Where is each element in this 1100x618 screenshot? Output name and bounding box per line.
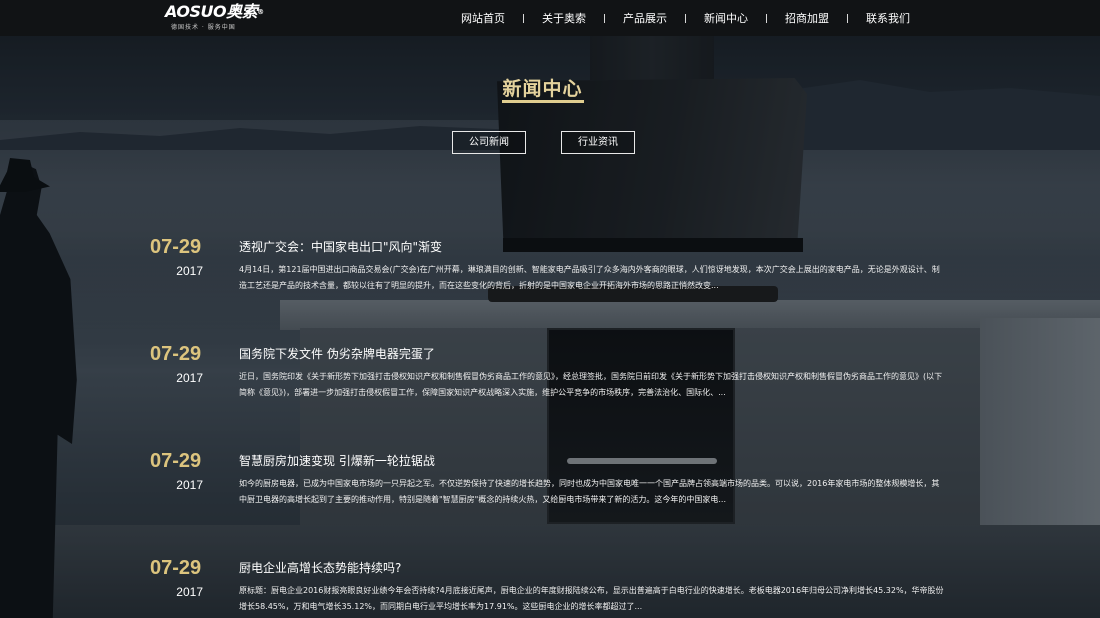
news-year: 2017 (176, 585, 203, 599)
news-summary: 4月14日，第121届中国进出口商品交易会(广交会)在广州开幕，琳琅满目的创新、… (239, 265, 940, 290)
tab-company-news[interactable]: 公司新闻 (452, 131, 526, 154)
news-title[interactable]: 厨电企业高增长态势能持续吗? (239, 559, 939, 576)
news-year: 2017 (176, 264, 203, 278)
news-date: 07-29 (150, 343, 202, 365)
news-year: 2017 (176, 371, 203, 385)
brand-logo[interactable]: AOSUO奥索® 德国技术 · 服务中国 (165, 4, 265, 34)
top-header: AOSUO奥索® 德国技术 · 服务中国 网站首页 关于奥索 产品展示 新闻中心… (0, 0, 1100, 36)
title-underline (502, 100, 584, 103)
nav-item-franchise[interactable]: 招商加盟 (767, 10, 847, 26)
main-nav: 网站首页 关于奥索 产品展示 新闻中心 招商加盟 联系我们 (443, 0, 928, 36)
news-item[interactable]: 07-29 2017 智慧厨房加速变现 引爆新一轮拉锯战 如今的厨房电器，已成为… (0, 450, 1100, 540)
news-year: 2017 (176, 478, 203, 492)
news-title[interactable]: 智慧厨房加速变现 引爆新一轮拉锯战 (239, 452, 939, 469)
news-title[interactable]: 透视广交会：中国家电出口"风向"渐变 (239, 238, 939, 255)
news-title[interactable]: 国务院下发文件 伪劣杂牌电器完蛋了 (239, 345, 939, 362)
news-summary: 如今的厨房电器，已成为中国家电市场的一只异起之军。不仅逆势保持了快速的增长趋势，… (239, 479, 940, 504)
section-title: 新闻中心 (502, 78, 583, 100)
tab-industry-news[interactable]: 行业资讯 (561, 131, 635, 154)
nav-item-contact[interactable]: 联系我们 (848, 10, 928, 26)
logo-tagline: 德国技术 · 服务中国 (171, 24, 236, 31)
nav-item-about[interactable]: 关于奥索 (524, 10, 604, 26)
news-summary: 近日，国务院印发《关于新形势下加强打击侵权知识产权和制售假冒伪劣商品工作的意见》… (239, 372, 943, 397)
logo-wordmark: AOSUO奥索® (165, 2, 264, 21)
nav-item-products[interactable]: 产品展示 (605, 10, 685, 26)
news-date: 07-29 (150, 450, 202, 472)
nav-item-home[interactable]: 网站首页 (443, 10, 523, 26)
news-summary: 原标题：厨电企业2016财报亮眼良好业绩今年会否持续?4月底接近尾声，厨电企业的… (239, 586, 944, 611)
news-date: 07-29 (150, 236, 202, 258)
news-date: 07-29 (150, 557, 202, 579)
nav-item-news[interactable]: 新闻中心 (686, 10, 766, 26)
news-item[interactable]: 07-29 2017 国务院下发文件 伪劣杂牌电器完蛋了 近日，国务院印发《关于… (0, 343, 1100, 433)
news-item[interactable]: 07-29 2017 透视广交会：中国家电出口"风向"渐变 4月14日，第121… (0, 236, 1100, 326)
news-item[interactable]: 07-29 2017 厨电企业高增长态势能持续吗? 原标题：厨电企业2016财报… (0, 557, 1100, 618)
